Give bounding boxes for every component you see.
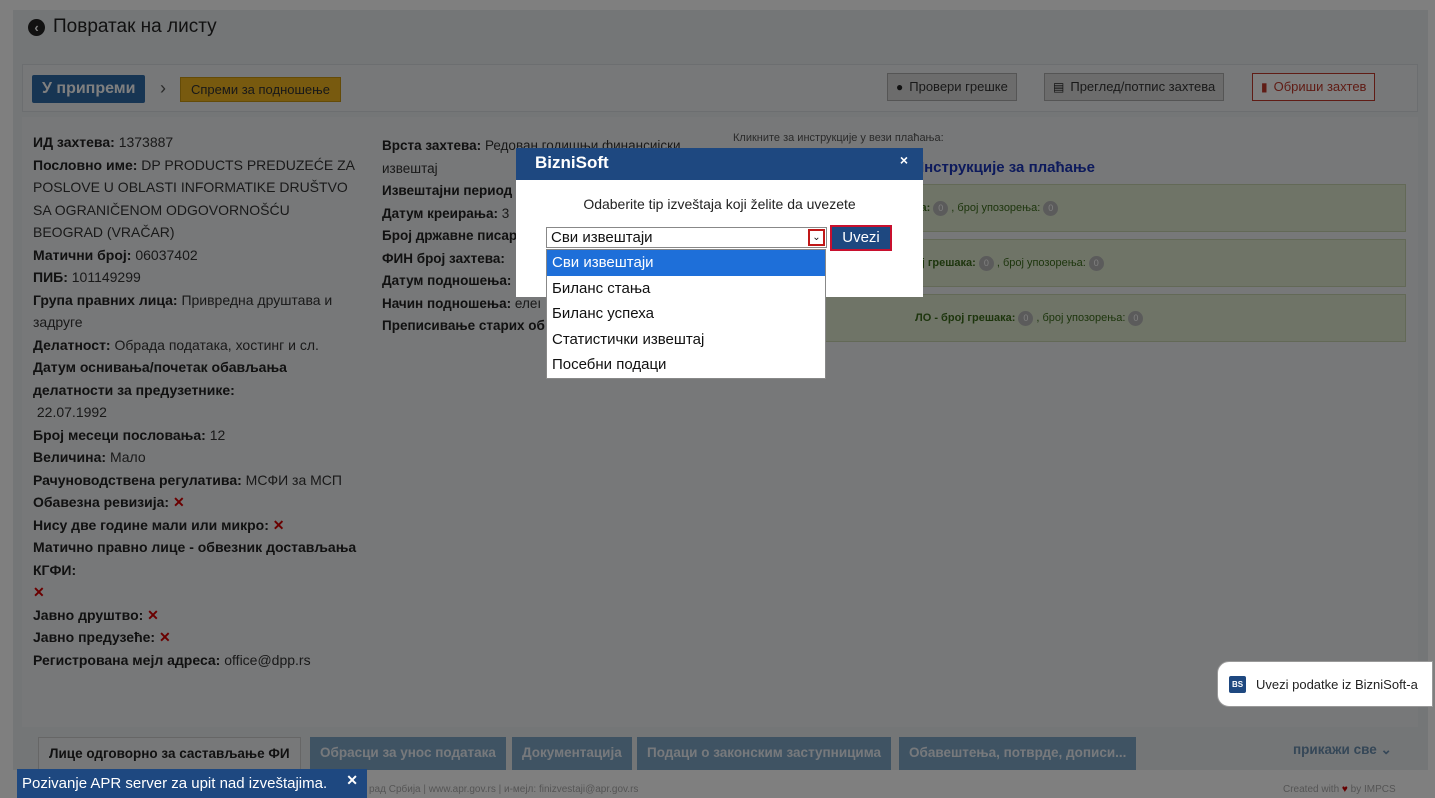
bizni-logo-icon: BS	[1229, 675, 1246, 693]
report-type-dropdown: Сви извештаји Биланс стања Биланс успеха…	[546, 249, 826, 379]
report-type-select[interactable]: Сви извештаји ⌄	[546, 227, 827, 248]
dropdown-option[interactable]: Посебни подаци	[547, 352, 825, 378]
bizni-import-label: Uvezi podatke iz BizniSoft-a	[1256, 676, 1418, 692]
import-button[interactable]: Uvezi	[830, 225, 892, 251]
bizni-import-floating-button[interactable]: BS Uvezi podatke iz BizniSoft-a	[1217, 661, 1433, 707]
dialog-title: BizniSoft	[535, 153, 609, 172]
chevron-down-icon[interactable]: ⌄	[808, 229, 825, 246]
close-icon[interactable]: ×	[900, 145, 908, 175]
page: ‹ Повратак на листу У припреми › Спреми …	[0, 0, 1435, 798]
toast-text: Pozivanje APR server za upit nad izvešta…	[22, 775, 328, 792]
dialog-header: BizniSoft ×	[516, 148, 923, 180]
select-value: Сви извештаји	[551, 229, 653, 246]
close-icon[interactable]: ✕	[346, 766, 358, 795]
dropdown-option[interactable]: Биланс успеха	[547, 301, 825, 327]
dropdown-option[interactable]: Сви извештаји	[547, 250, 825, 276]
dropdown-option[interactable]: Биланс стања	[547, 276, 825, 302]
toast-notification: Pozivanje APR server za upit nad izvešta…	[17, 769, 367, 798]
dropdown-option[interactable]: Статистички извештај	[547, 327, 825, 353]
dialog-question: Odaberite tip izveštaja koji želite da u…	[583, 196, 856, 212]
